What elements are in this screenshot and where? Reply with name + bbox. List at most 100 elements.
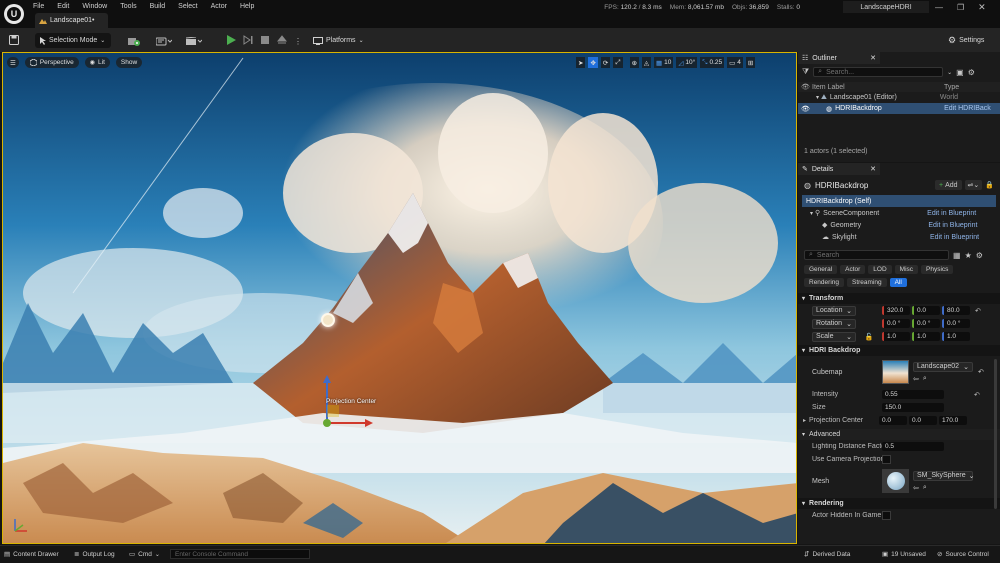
location-z-field[interactable]: 80.0 bbox=[942, 306, 970, 315]
favorite-star-icon[interactable]: ★ bbox=[965, 251, 972, 260]
component-geometry[interactable]: ◆ Geometry Edit in Blueprint bbox=[802, 219, 996, 231]
lock-icon[interactable]: 🔒 bbox=[985, 181, 994, 189]
menu-file[interactable]: File bbox=[33, 3, 44, 10]
lit-button[interactable]: ◉ Lit bbox=[84, 57, 110, 68]
menu-window[interactable]: Window bbox=[82, 3, 107, 10]
details-tab[interactable]: ✎ Details ✕ bbox=[798, 163, 880, 175]
close-icon[interactable]: ✕ bbox=[870, 54, 876, 62]
reset-icon[interactable]: ↶ bbox=[978, 368, 984, 376]
filter-rendering[interactable]: Rendering bbox=[804, 278, 844, 287]
browse-icon[interactable]: ⌕ bbox=[923, 375, 927, 383]
details-search-input[interactable]: ⌕ Search bbox=[804, 250, 949, 260]
visibility-icon[interactable]: 👁 bbox=[798, 83, 812, 91]
cmd-dropdown[interactable]: ▭ Cmd ⌄ bbox=[129, 550, 160, 559]
derived-data-button[interactable]: ⇵ Derived Data bbox=[804, 550, 850, 559]
hdri-type-link[interactable]: Edit HDRIBack bbox=[944, 105, 991, 112]
mesh-dropdown[interactable]: SM_SkySphere ⌄ bbox=[913, 470, 975, 481]
rotation-z-field[interactable]: 0.0 ° bbox=[942, 319, 970, 328]
location-dropdown[interactable]: Location ⌄ bbox=[812, 305, 856, 316]
scale-dropdown[interactable]: Scale ⌄ bbox=[812, 331, 856, 342]
location-y-field[interactable]: 0.0 bbox=[912, 306, 940, 315]
menu-select[interactable]: Select bbox=[178, 3, 197, 10]
table-view-icon[interactable]: ▦ bbox=[953, 251, 961, 260]
grid-snap-button[interactable]: ▦ 10 bbox=[654, 57, 674, 68]
eject-icon[interactable] bbox=[276, 35, 288, 47]
projection-x-field[interactable]: 0.0 bbox=[879, 416, 908, 425]
level-tab[interactable]: Landscape01• bbox=[35, 13, 108, 28]
minimize-icon[interactable]: — bbox=[935, 3, 943, 12]
outliner-row-world[interactable]: ▾ ⛰ Landscape01 (Editor) World bbox=[798, 92, 1000, 103]
gear-icon[interactable]: ⚙ bbox=[968, 68, 975, 77]
translate-tool-icon[interactable]: ✥ bbox=[588, 57, 598, 68]
angle-snap-button[interactable]: ◿ 10° bbox=[676, 57, 698, 68]
filter-lod[interactable]: LOD bbox=[868, 265, 892, 274]
world-expand-icon[interactable]: ▾ bbox=[816, 94, 819, 101]
platforms-button[interactable]: Platforms ⌄ bbox=[309, 33, 368, 48]
use-selected-icon[interactable]: ⇦ bbox=[913, 375, 919, 383]
add-folder-icon[interactable]: ▣ bbox=[956, 68, 964, 77]
outliner-tab[interactable]: ☷ Outliner ✕ bbox=[798, 52, 880, 64]
size-field[interactable]: 150.0 bbox=[882, 403, 944, 412]
browse-icon[interactable]: ⌕ bbox=[923, 484, 927, 492]
rotation-dropdown[interactable]: Rotation ⌄ bbox=[812, 318, 856, 329]
intensity-field[interactable]: 0.55 bbox=[882, 390, 944, 399]
world-space-icon[interactable]: ⊕ bbox=[629, 57, 640, 68]
add-component-button[interactable]: + Add bbox=[934, 180, 962, 190]
lighting-distance-field[interactable]: 0.5 bbox=[882, 442, 944, 451]
reset-icon[interactable]: ↶ bbox=[974, 391, 980, 399]
reset-icon[interactable]: ↶ bbox=[975, 307, 981, 315]
expand-icon[interactable]: ▾ bbox=[810, 210, 813, 217]
menu-build[interactable]: Build bbox=[150, 3, 166, 10]
select-tool-icon[interactable]: ➤ bbox=[576, 57, 586, 68]
component-scene[interactable]: ▾ ⚲ SceneComponent Edit in Blueprint bbox=[802, 207, 996, 219]
projection-z-field[interactable]: 170.0 bbox=[939, 416, 968, 425]
scale-x-field[interactable]: 1.0 bbox=[882, 332, 910, 341]
cinematics-icon[interactable] bbox=[186, 37, 202, 46]
close-icon[interactable]: ✕ bbox=[870, 165, 876, 173]
filter-streaming[interactable]: Streaming bbox=[847, 278, 887, 287]
add-content-icon[interactable] bbox=[128, 37, 142, 46]
advanced-section[interactable]: ▾ Advanced bbox=[798, 429, 1000, 440]
component-skylight[interactable]: ☁ Skylight Edit in Blueprint bbox=[802, 231, 996, 243]
menu-tools[interactable]: Tools bbox=[120, 3, 136, 10]
location-x-field[interactable]: 320.0 bbox=[882, 306, 910, 315]
filter-general[interactable]: General bbox=[804, 265, 838, 274]
geometry-edit-link[interactable]: Edit in Blueprint bbox=[928, 222, 977, 229]
item-label-column[interactable]: Item Label bbox=[812, 84, 944, 91]
projection-y-field[interactable]: 0.0 bbox=[909, 416, 938, 425]
chevron-down-icon[interactable]: ⌄ bbox=[947, 69, 952, 76]
scale-lock-icon[interactable]: 🔓 bbox=[856, 333, 882, 341]
perspective-button[interactable]: Perspective bbox=[24, 57, 79, 68]
visibility-icon[interactable]: 👁 bbox=[798, 105, 816, 113]
unsaved-button[interactable]: ▣ 19 Unsaved bbox=[882, 550, 926, 559]
cubemap-dropdown[interactable]: Landscape02 ⌄ bbox=[913, 361, 973, 372]
scene-edit-link[interactable]: Edit in Blueprint bbox=[927, 210, 976, 217]
viewport-menu-icon[interactable]: ☰ bbox=[7, 57, 19, 68]
skylight-sprite-icon[interactable] bbox=[321, 313, 335, 327]
play-icon[interactable] bbox=[226, 35, 236, 47]
scale-z-field[interactable]: 1.0 bbox=[942, 332, 970, 341]
advance-frame-icon[interactable] bbox=[243, 35, 253, 47]
viewport-layout-icon[interactable]: ⊞ bbox=[745, 57, 756, 68]
rotation-x-field[interactable]: 0.0 ° bbox=[882, 319, 910, 328]
surface-snap-icon[interactable]: ◬ bbox=[642, 57, 652, 68]
content-drawer-button[interactable]: ▤ Content Drawer bbox=[4, 550, 59, 559]
source-control-button[interactable]: ⊘ Source Control bbox=[937, 550, 989, 559]
filter-actor[interactable]: Actor bbox=[840, 265, 866, 274]
console-input[interactable]: Enter Console Command bbox=[170, 549, 310, 559]
close-window-icon[interactable]: ✕ bbox=[978, 2, 986, 13]
mesh-thumbnail[interactable] bbox=[882, 469, 909, 493]
scale-snap-button[interactable]: ⤡ 0.25 bbox=[700, 57, 725, 68]
rotation-y-field[interactable]: 0.0 ° bbox=[912, 319, 940, 328]
skylight-edit-link[interactable]: Edit in Blueprint bbox=[930, 234, 979, 241]
scale-y-field[interactable]: 1.0 bbox=[912, 332, 940, 341]
rendering-section[interactable]: ▾ Rendering bbox=[798, 498, 1000, 509]
filter-icon[interactable]: ⧩ bbox=[802, 67, 809, 77]
filter-physics[interactable]: Physics bbox=[921, 265, 954, 274]
scale-tool-icon[interactable]: ⤢ bbox=[613, 57, 623, 68]
rotate-tool-icon[interactable]: ⟳ bbox=[600, 57, 611, 68]
unreal-logo-icon[interactable]: U bbox=[4, 4, 24, 24]
type-column[interactable]: Type bbox=[944, 84, 959, 91]
stop-icon[interactable] bbox=[260, 35, 270, 47]
outliner-search-input[interactable]: ⌕ Search... bbox=[813, 67, 944, 77]
